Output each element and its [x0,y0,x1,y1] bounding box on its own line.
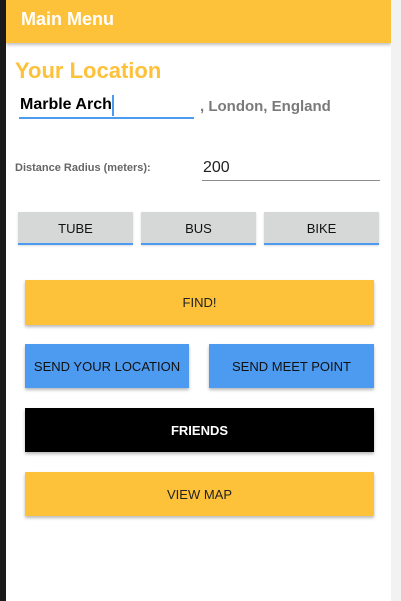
location-suffix: , London, England [200,98,331,115]
screen-edge [391,0,401,601]
location-input[interactable] [19,93,194,119]
distance-radius-input[interactable] [202,156,380,181]
find-button[interactable]: FIND! [25,280,374,325]
send-your-location-button[interactable]: SEND YOUR LOCATION [25,344,189,388]
your-location-heading: Your Location [15,58,162,83]
tube-button[interactable]: TUBE [18,212,133,245]
view-map-button[interactable]: VIEW MAP [25,472,374,516]
app-bar-title: Main Menu [21,9,114,29]
bus-button[interactable]: BUS [141,212,256,245]
send-meet-point-button[interactable]: SEND MEET POINT [209,344,374,388]
text-cursor [112,95,114,116]
distance-radius-label: Distance Radius (meters): [15,162,151,174]
app-screen: Main Menu Your Location , London, Englan… [6,0,391,601]
bike-button[interactable]: BIKE [264,212,379,245]
friends-button[interactable]: FRIENDS [25,408,374,452]
app-bar: Main Menu [6,0,391,43]
